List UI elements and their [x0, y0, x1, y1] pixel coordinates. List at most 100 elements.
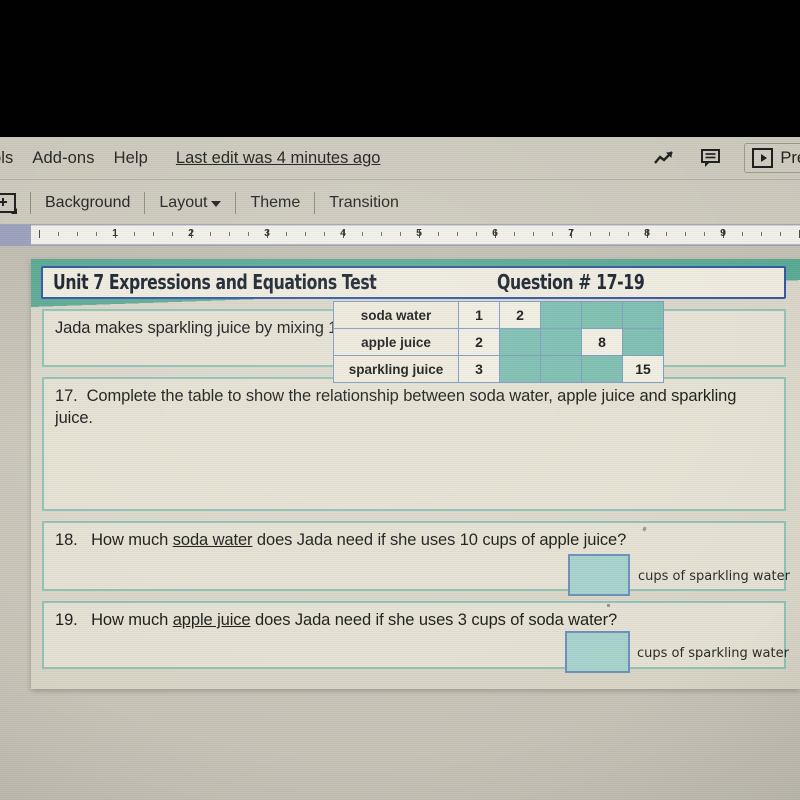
- ruler-tick: [761, 232, 762, 236]
- ruler-tick: [134, 232, 135, 236]
- ruler-tick: [609, 232, 610, 236]
- layout-button[interactable]: Layout: [159, 193, 222, 212]
- ruler-tick: [476, 232, 477, 236]
- ruler-tick: [514, 232, 515, 236]
- present-button-label: Pre: [780, 148, 800, 167]
- table-cell-empty[interactable]: [581, 355, 623, 383]
- ruler-tick: [58, 232, 59, 236]
- ruler-tick: [685, 232, 686, 236]
- table-cell-empty[interactable]: [499, 328, 541, 356]
- menu-item-add-ons[interactable]: Add-ons: [32, 149, 94, 168]
- ruler-number: 6: [492, 227, 498, 239]
- ruler-tick: [628, 232, 629, 236]
- question-18-part1: How much: [91, 531, 173, 549]
- ruler-number: 1: [112, 227, 118, 239]
- ruler-number: 4: [340, 227, 346, 239]
- ruler-tick: [39, 230, 40, 238]
- toolbar-divider: [314, 191, 316, 214]
- toolbar-divider: [144, 191, 146, 214]
- table-row: soda water 1 2: [333, 301, 664, 329]
- question-19-underlined: apple juice: [172, 611, 251, 629]
- question-18-unit-label: cups of sparkling water: [638, 569, 790, 584]
- slide-canvas[interactable]: Unit 7 Expressions and Equations Test Qu…: [31, 259, 800, 689]
- question-18-answer-box[interactable]: [568, 554, 630, 596]
- background-button[interactable]: Background: [45, 194, 130, 212]
- toolbar-divider: [30, 191, 31, 214]
- ruler-tick: [666, 232, 667, 236]
- table-cell-value[interactable]: 3: [458, 355, 500, 383]
- comment-icon[interactable]: [698, 146, 724, 170]
- last-edit-link[interactable]: Last edit was 4 minutes ago: [176, 149, 381, 168]
- slide-title-banner[interactable]: Unit 7 Expressions and Equations Test Qu…: [41, 266, 786, 299]
- ruler-tick: [362, 232, 363, 236]
- question-18-part2: does Jada need if she uses 10 cups of ap…: [252, 531, 627, 549]
- table-row: apple juice 2 8: [333, 328, 664, 356]
- chevron-down-icon: [211, 201, 222, 207]
- theme-button[interactable]: Theme: [250, 194, 300, 212]
- transition-button[interactable]: Transition: [329, 194, 399, 212]
- table-cell-empty[interactable]: [622, 301, 664, 329]
- ruler-tick: [210, 232, 211, 236]
- ruler-tick: [590, 232, 591, 236]
- table-cell-value[interactable]: 2: [499, 301, 541, 329]
- photo-black-border-top: [0, 0, 800, 137]
- question-19-unit-label: cups of sparkling water: [637, 646, 789, 661]
- slide-question-range: Question # 17-19: [497, 270, 645, 295]
- menu-item-tools[interactable]: ols: [0, 149, 13, 168]
- present-button[interactable]: Pre: [744, 143, 800, 173]
- table-cell-value[interactable]: 8: [581, 328, 623, 356]
- question-19-part1: How much: [91, 611, 173, 629]
- table-cell-empty[interactable]: [540, 301, 582, 329]
- ruler-number: 2: [188, 227, 194, 239]
- layout-button-label: Layout: [159, 193, 208, 211]
- play-icon: [752, 148, 774, 168]
- ruler-tick: [305, 232, 306, 236]
- table-cell-empty[interactable]: [581, 301, 623, 329]
- relationship-table[interactable]: soda water 1 2 apple juice 2 8 sparkling juice…: [333, 301, 664, 383]
- ruler-tick: [153, 232, 154, 236]
- ruler-number: 3: [264, 227, 270, 239]
- question-19-part2: does Jada need if she uses 3 cups of sod…: [250, 611, 618, 629]
- slide-toolbar: Background Layout Theme Transition: [0, 179, 800, 225]
- question-19-text: 19. How much apple juice does Jada need …: [55, 610, 773, 632]
- ruler-tick: [704, 232, 705, 236]
- new-slide-icon[interactable]: [0, 192, 17, 214]
- ruler-tick: [400, 232, 401, 236]
- ruler-tick: [381, 232, 382, 236]
- menu-bar: ols Add-ons Help Last edit was 4 minutes…: [0, 137, 800, 179]
- ruler-number: 9: [720, 227, 726, 239]
- menu-bar-left-group: ols Add-ons Help Last edit was 4 minutes…: [0, 149, 652, 168]
- table-row: sparkling juice 3 15: [333, 355, 664, 383]
- question-19-answer-box[interactable]: [565, 631, 630, 673]
- ruler-number: 5: [416, 227, 422, 239]
- ruler-number: 7: [568, 227, 574, 239]
- table-cell-empty[interactable]: [540, 355, 582, 383]
- table-row-label: apple juice: [333, 328, 459, 356]
- table-cell-value[interactable]: 1: [458, 301, 500, 329]
- table-row-label: sparkling juice: [333, 355, 459, 383]
- menu-bar-right-group: Pre: [652, 143, 800, 173]
- slide-title-text: Unit 7 Expressions and Equations Test: [53, 270, 377, 295]
- ruler-tick: [742, 232, 743, 236]
- ruler-tick: [229, 232, 230, 236]
- table-cell-empty[interactable]: [499, 355, 541, 383]
- ruler-tick: [248, 232, 249, 236]
- question-17-box[interactable]: 17. Complete the table to show the relat…: [42, 377, 786, 511]
- table-cell-value[interactable]: 15: [622, 355, 664, 383]
- table-cell-empty[interactable]: [540, 328, 582, 356]
- explore-icon[interactable]: [652, 146, 678, 170]
- ruler-number: 8: [644, 227, 650, 239]
- ruler-tick: [77, 232, 78, 236]
- ruler-tick: [324, 232, 325, 236]
- ruler-tick: [172, 232, 173, 236]
- ruler-tick: [533, 232, 534, 236]
- photographed-screen: ols Add-ons Help Last edit was 4 minutes…: [0, 0, 800, 800]
- menu-item-help[interactable]: Help: [114, 149, 148, 168]
- table-cell-value[interactable]: 2: [458, 328, 500, 356]
- question-17-text: 17. Complete the table to show the relat…: [55, 386, 773, 430]
- ruler-tick: [780, 232, 781, 236]
- table-cell-empty[interactable]: [622, 328, 664, 356]
- table-row-label: soda water: [333, 301, 459, 329]
- horizontal-ruler[interactable]: 1 2 3 4 5 6 7 8 9: [31, 225, 800, 245]
- ruler-tick: [552, 232, 553, 236]
